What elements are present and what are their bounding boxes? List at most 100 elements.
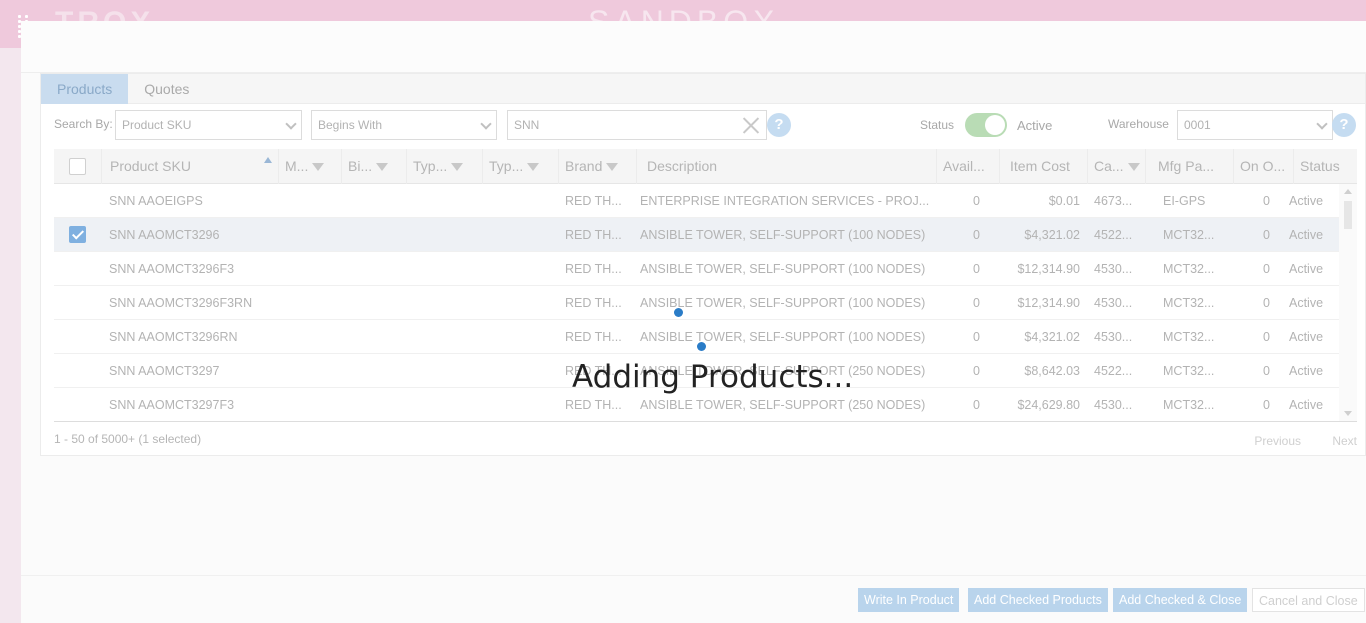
select-all-checkbox[interactable] [69,158,86,175]
col-mfg-part[interactable]: Mfg Pa... [1146,149,1234,184]
scroll-thumb[interactable] [1344,201,1352,229]
cell-available: 0 [973,262,980,276]
cell-item-cost: $8,642.03 [1024,364,1080,378]
chevron-down-icon [480,118,492,130]
status-toggle[interactable] [965,113,1007,137]
cell-available: 0 [973,228,980,242]
filter-icon[interactable] [312,163,325,172]
table-row[interactable]: SNN AAOMCT3296F3RN RED TH... ANSIBLE TOWER… [54,286,1339,320]
col-label: Item Cost [1010,158,1070,174]
row-checkbox-area[interactable] [64,394,92,416]
table-row[interactable]: SNN AAOMCT3296F3 RED TH... ANSIBLE TOWER, … [54,252,1339,286]
search-input[interactable]: SNN [507,110,767,140]
cell-sku: SNN AAOMCT3296 [109,228,220,242]
cell-mfg-part: MCT32... [1163,330,1215,344]
cell-status: Active [1289,194,1324,208]
search-query: SNN [514,118,540,132]
next-page-link[interactable]: Next [1332,434,1357,448]
cell-status: Active [1289,262,1324,276]
col-product-sku[interactable]: Product SKU [102,149,279,184]
col-label: Bi... [348,158,373,174]
row-checkbox-area[interactable] [64,258,92,280]
cell-mfg-part: MCT32... [1163,262,1215,276]
filter-icon[interactable] [606,163,619,172]
cell-on-order: 0 [1263,364,1270,378]
table-row[interactable]: SNN AAOMCT3296 RED TH... ANSIBLE TOWER, SE… [54,218,1339,252]
col-label: Typ... [489,158,524,174]
col-category[interactable]: Ca... [1088,149,1146,184]
filter-icon[interactable] [376,163,389,172]
clear-search-icon[interactable] [742,116,760,134]
cell-mfg-part: MCT32... [1163,228,1215,242]
pager-summary: 1 - 50 of 5000+ (1 selected) [54,432,202,446]
row-checkbox-area[interactable] [64,292,92,314]
col-label: Avail... [943,158,985,174]
warehouse-label: Warehouse [1108,117,1169,131]
col-m[interactable]: M... [279,149,342,184]
table-row[interactable]: SNN AAOEIGPS RED TH... ENTERPRISE INTEGRAT… [54,184,1339,218]
warehouse-select[interactable]: 0001 [1177,110,1333,140]
col-available[interactable]: Avail... [937,149,1000,184]
status-value: Active [1017,118,1053,133]
tab-bar: Products Quotes [41,74,1365,104]
scroll-up-arrow-icon[interactable] [1344,189,1352,194]
cell-mfg-part: MCT32... [1163,364,1215,378]
col-type-1[interactable]: Typ... [407,149,483,184]
col-type-2[interactable]: Typ... [483,149,559,184]
cell-on-order: 0 [1263,228,1270,242]
cell-category: 4530... [1094,330,1133,344]
col-status[interactable]: Status [1294,149,1357,184]
cell-brand: RED TH... [565,194,622,208]
col-bi[interactable]: Bi... [342,149,407,184]
pager: 1 - 50 of 5000+ (1 selected) Previous Ne… [54,432,1357,452]
cell-description: ANSIBLE TOWER, SELF-SUPPORT (100 NODES) [640,262,926,276]
col-item-cost[interactable]: Item Cost [1000,149,1088,184]
loading-spinner-dot [674,308,683,317]
row-checkbox-area[interactable] [64,326,92,348]
search-by-value: Product SKU [122,118,192,132]
warehouse-value: 0001 [1184,118,1211,132]
col-on-order[interactable]: On O... [1234,149,1294,184]
cell-status: Active [1289,228,1324,242]
row-checkbox-area[interactable] [64,360,92,382]
search-by-select[interactable]: Product SKU [115,110,302,140]
col-label: Description [647,158,718,174]
add-checked-close-button[interactable]: Add Checked & Close [1113,588,1248,612]
col-description[interactable]: Description [637,149,937,184]
match-type-value: Begins With [318,118,383,132]
loading-spinner-dot [697,342,706,351]
tab-products[interactable]: Products [41,74,129,104]
cell-mfg-part: EI-GPS [1163,194,1206,208]
row-checkbox-area[interactable] [64,190,92,212]
match-type-select[interactable]: Begins With [311,110,497,140]
cell-sku: SNN AAOEIGPS [109,194,203,208]
row-checkbox[interactable] [69,226,86,243]
grid-vertical-scrollbar[interactable] [1339,184,1357,421]
filter-icon[interactable] [527,163,540,172]
cancel-close-button[interactable]: Cancel and Close [1252,588,1365,612]
filter-icon[interactable] [1127,163,1140,172]
cell-sku: SNN AAOMCT3296F3 [109,262,235,276]
filter-icon[interactable] [451,163,464,172]
tab-quotes[interactable]: Quotes [128,74,205,104]
cell-available: 0 [973,330,980,344]
cell-item-cost: $0.01 [1048,194,1080,208]
search-help-icon[interactable]: ? [767,113,791,137]
add-checked-products-button[interactable]: Add Checked Products [968,588,1108,612]
cell-item-cost: $4,321.02 [1024,330,1080,344]
cell-status: Active [1289,398,1324,412]
col-brand[interactable]: Brand [559,149,637,184]
table-row[interactable]: SNN AAOMCT3296RN RED TH... ANSIBLE TOWER, … [54,320,1339,354]
cell-description: ANSIBLE TOWER, SELF-SUPPORT (100 NODES) [640,296,926,310]
previous-page-link[interactable]: Previous [1254,434,1301,448]
cell-item-cost: $12,314.90 [1017,262,1080,276]
cell-status: Active [1289,364,1324,378]
scroll-down-arrow-icon[interactable] [1344,411,1352,416]
warehouse-help-icon[interactable]: ? [1332,113,1356,137]
cell-item-cost: $24,629.80 [1017,398,1080,412]
grid-header: Product SKU M... Bi... Typ... Typ... Bra… [54,149,1357,184]
write-in-product-button[interactable]: Write In Product [858,588,960,612]
cell-sku: SNN AAOMCT3296F3RN [109,296,253,310]
cell-item-cost: $4,321.02 [1024,228,1080,242]
cell-mfg-part: MCT32... [1163,398,1215,412]
